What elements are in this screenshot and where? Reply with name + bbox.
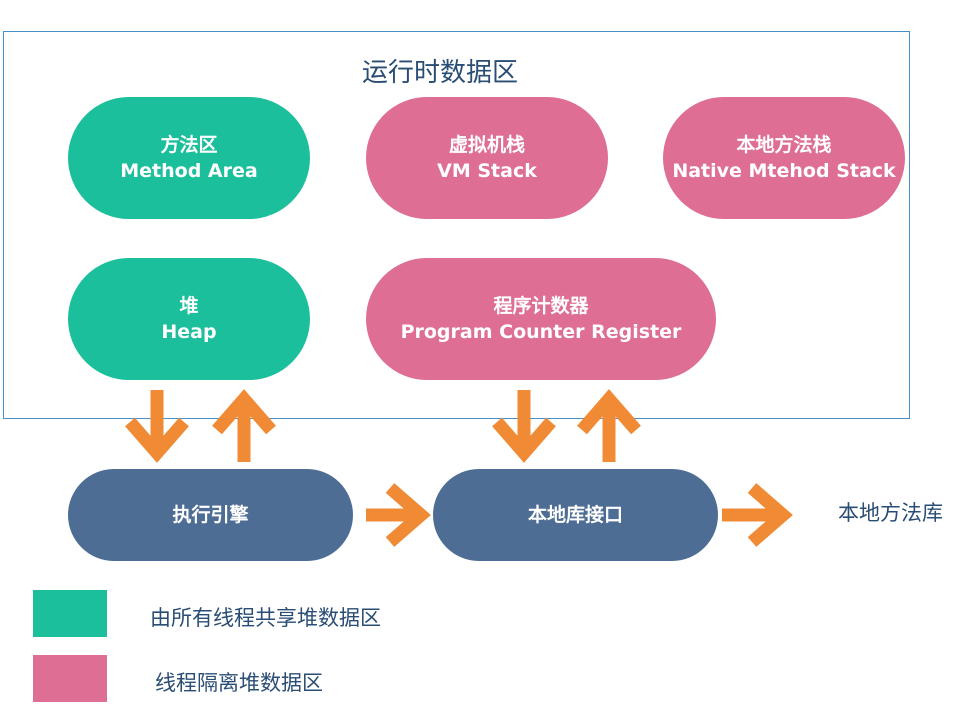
vm-stack-zh-label: 虚拟机栈 xyxy=(448,134,525,156)
legend-shared-swatch xyxy=(33,590,107,637)
pc-register-en-label: Program Counter Register xyxy=(400,321,682,343)
heap-node: 堆 Heap xyxy=(68,258,310,380)
native-library-label: 本地方法库 xyxy=(838,501,943,525)
pc-register-node: 程序计数器 Program Counter Register xyxy=(366,258,716,380)
arrow-right-icon xyxy=(722,483,793,547)
heap-en-label: Heap xyxy=(161,321,217,343)
execution-engine-label: 执行引擎 xyxy=(172,504,249,526)
heap-zh-label: 堆 xyxy=(179,295,199,317)
vm-stack-node: 虚拟机栈 VM Stack xyxy=(366,97,608,219)
native-method-stack-node: 本地方法栈 Native Mtehod Stack xyxy=(663,97,905,219)
legend-isolated-label: 线程隔离堆数据区 xyxy=(155,671,323,695)
method-area-en-label: Method Area xyxy=(120,160,258,182)
native-method-stack-zh-label: 本地方法栈 xyxy=(736,134,832,156)
legend-shared-label: 由所有线程共享堆数据区 xyxy=(150,606,381,630)
pc-register-zh-label: 程序计数器 xyxy=(493,295,589,317)
native-interface-node: 本地库接口 xyxy=(433,469,718,561)
vm-stack-en-label: VM Stack xyxy=(437,160,537,182)
legend-isolated-swatch xyxy=(33,655,107,702)
method-area-zh-label: 方法区 xyxy=(160,134,218,156)
arrow-right-icon xyxy=(366,483,431,547)
native-interface-label: 本地库接口 xyxy=(527,504,623,526)
runtime-data-area-title: 运行时数据区 xyxy=(361,58,518,88)
method-area-node: 方法区 Method Area xyxy=(68,97,310,219)
execution-engine-node: 执行引擎 xyxy=(68,469,353,561)
native-method-stack-en-label: Native Mtehod Stack xyxy=(672,160,896,182)
